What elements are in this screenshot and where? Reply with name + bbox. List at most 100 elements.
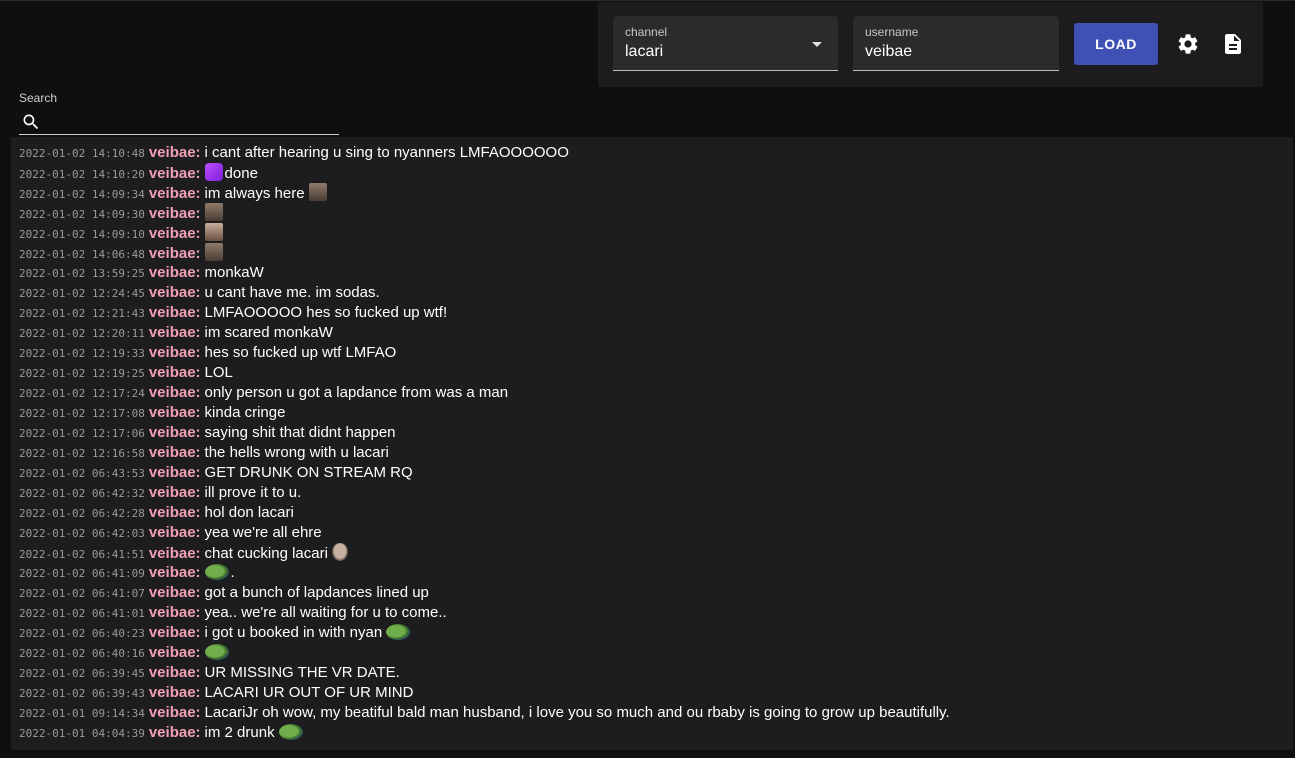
message-username: veibae: <box>148 664 201 681</box>
message-text: hol don lacari <box>205 504 294 521</box>
message-username: veibae: <box>148 344 201 361</box>
chat-message-row: 2022-01-02 06:43:53 veibae: GET DRUNK ON S… <box>19 463 413 483</box>
message-timestamp: 2022-01-02 12:16:58 <box>19 447 145 460</box>
message-username: veibae: <box>148 524 201 541</box>
chat-emote-icon <box>308 183 327 201</box>
gear-icon[interactable] <box>1176 32 1200 56</box>
message-username: veibae: <box>148 724 201 741</box>
message-text: yea.. we're all waiting for u to come.. <box>205 604 447 621</box>
message-username: veibae: <box>148 364 201 381</box>
message-timestamp: 2022-01-02 06:41:01 <box>19 607 145 620</box>
message-body: LOL <box>204 364 233 381</box>
chat-log[interactable]: 2022-01-02 14:10:48 veibae: i cant after h… <box>11 137 1293 750</box>
chat-message-row: 2022-01-02 06:42:03 veibae: yea we're all … <box>19 523 322 543</box>
message-body: GET DRUNK ON STREAM RQ <box>204 464 413 481</box>
chat-message-row: 2022-01-02 06:42:28 veibae: hol don lacari <box>19 503 294 523</box>
message-timestamp: 2022-01-02 06:43:53 <box>19 467 145 480</box>
message-body: LACARI UR OUT OF UR MIND <box>204 684 414 701</box>
message-username: veibae: <box>148 245 201 262</box>
chat-message-row: 2022-01-02 12:24:45 veibae: u cant have me… <box>19 283 380 303</box>
message-username: veibae: <box>148 225 201 242</box>
message-text: LMFAOOOOO hes so fucked up wtf! <box>205 304 448 321</box>
chat-message-row: 2022-01-02 14:09:34 veibae: im always here <box>19 183 329 203</box>
message-timestamp: 2022-01-02 12:17:24 <box>19 387 145 400</box>
chat-emote-icon <box>278 724 303 740</box>
message-timestamp: 2022-01-02 06:42:28 <box>19 507 145 520</box>
chat-emote-icon <box>386 624 411 640</box>
message-timestamp: 2022-01-02 06:40:23 <box>19 627 145 640</box>
message-body: i cant after hearing u sing to nyanners … <box>204 144 569 161</box>
dropdown-arrow-icon[interactable] <box>812 42 822 47</box>
message-text <box>204 644 231 661</box>
message-body: ill prove it to u. <box>204 484 302 501</box>
chat-emote-icon <box>204 564 229 580</box>
message-username: veibae: <box>148 545 201 562</box>
message-timestamp: 2022-01-02 12:17:08 <box>19 407 145 420</box>
message-timestamp: 2022-01-02 06:40:16 <box>19 647 145 660</box>
message-username: veibae: <box>148 324 201 341</box>
message-timestamp: 2022-01-02 06:39:45 <box>19 667 145 680</box>
message-text: yea we're all ehre <box>205 524 322 541</box>
toolbar: channel lacari username veibae LOAD <box>598 2 1263 87</box>
message-text: i cant after hearing u sing to nyanners … <box>205 144 569 161</box>
message-username: veibae: <box>148 284 201 301</box>
search-label: Search <box>19 91 58 105</box>
search-field[interactable]: Search <box>19 90 339 136</box>
chat-message-row: 2022-01-01 04:04:39 veibae: im 2 drunk <box>19 723 305 743</box>
message-username: veibae: <box>148 644 201 661</box>
chat-message-row: 2022-01-02 14:10:48 veibae: i cant after h… <box>19 143 569 163</box>
message-text: u cant have me. im sodas. <box>205 284 380 301</box>
message-body: done <box>224 165 258 182</box>
window-top-border <box>0 0 1295 1</box>
chat-message-row: 2022-01-02 06:41:51 veibae: chat cucking l… <box>19 543 350 563</box>
message-body: UR MISSING THE VR DATE. <box>204 664 400 681</box>
chat-message-row: 2022-01-01 09:14:34 veibae: LacariJr oh wo… <box>19 703 950 723</box>
message-username: veibae: <box>148 624 201 641</box>
message-body: i got u booked in with nyan <box>204 624 383 641</box>
message-timestamp: 2022-01-02 13:59:25 <box>19 267 145 280</box>
message-body: im always here <box>204 185 305 202</box>
chat-message-row: 2022-01-02 14:06:48 veibae: <box>19 243 225 263</box>
message-body: im scared monkaW <box>204 324 333 341</box>
username-value[interactable]: veibae <box>865 43 912 61</box>
chat-message-row: 2022-01-02 12:19:25 veibae: LOL <box>19 363 233 383</box>
chat-message-row: 2022-01-02 12:19:33 veibae: hes so fucked … <box>19 343 396 363</box>
message-timestamp: 2022-01-02 14:09:10 <box>19 228 145 241</box>
message-username: veibae: <box>148 264 201 281</box>
message-timestamp: 2022-01-01 09:14:34 <box>19 707 145 720</box>
message-timestamp: 2022-01-02 14:09:34 <box>19 188 145 201</box>
chat-message-row: 2022-01-02 12:17:24 veibae: only person u … <box>19 383 508 403</box>
message-body: u cant have me. im sodas. <box>204 284 380 301</box>
load-button[interactable]: LOAD <box>1074 23 1158 65</box>
message-text <box>204 243 225 262</box>
channel-value: lacari <box>625 43 664 60</box>
message-text: monkaW <box>205 264 264 281</box>
search-underline <box>19 134 339 135</box>
chat-message-row: 2022-01-02 14:09:30 veibae: <box>19 203 225 223</box>
chat-emote-icon <box>332 543 349 561</box>
document-icon[interactable] <box>1221 32 1245 56</box>
message-text <box>204 203 225 222</box>
message-body: yea.. we're all waiting for u to come.. <box>204 604 447 621</box>
message-username: veibae: <box>148 604 201 621</box>
chat-message-row: 2022-01-02 06:40:23 veibae: i got u booked… <box>19 623 412 643</box>
chat-message-row: 2022-01-02 12:16:58 veibae: the hells wron… <box>19 443 389 463</box>
message-text: chat cucking lacari <box>204 543 351 562</box>
message-body: LacariJr oh wow, my beatiful bald man hu… <box>204 704 950 721</box>
message-username: veibae: <box>148 384 201 401</box>
message-body: chat cucking lacari <box>204 545 328 562</box>
message-text: im always here <box>204 183 329 202</box>
message-username: veibae: <box>148 165 201 182</box>
username-field[interactable]: username veibae <box>853 16 1059 71</box>
message-text: ill prove it to u. <box>205 484 302 501</box>
message-text: im 2 drunk <box>205 724 305 741</box>
chat-emote-icon <box>204 223 223 241</box>
channel-select[interactable]: channel lacari <box>613 16 838 71</box>
message-username: veibae: <box>148 185 201 202</box>
message-body: only person u got a lapdance from was a … <box>204 384 509 401</box>
message-timestamp: 2022-01-02 12:19:33 <box>19 347 145 360</box>
message-timestamp: 2022-01-02 12:19:25 <box>19 367 145 380</box>
message-text: i got u booked in with nyan <box>205 624 413 641</box>
message-body: monkaW <box>204 264 264 281</box>
message-timestamp: 2022-01-02 12:17:06 <box>19 427 145 440</box>
